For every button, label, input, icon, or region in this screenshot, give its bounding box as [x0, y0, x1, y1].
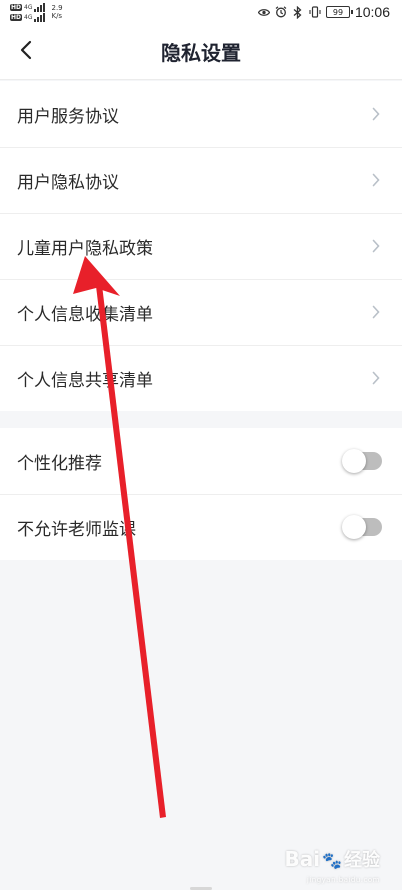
setting-disallow-teacher-monitoring: 不允许老师监课	[0, 494, 402, 560]
chevron-right-icon	[372, 172, 382, 188]
eye-icon	[257, 6, 270, 18]
network-type: 4G	[24, 3, 33, 11]
list-item-label: 个人信息收集清单	[17, 304, 153, 325]
personalized-recommendation-toggle[interactable]	[342, 449, 382, 473]
watermark-brand: Bai	[284, 847, 321, 871]
network-type: 4G	[24, 13, 33, 21]
list-item-personal-info-collection-list[interactable]: 个人信息收集清单	[0, 279, 402, 345]
chevron-right-icon	[372, 106, 382, 122]
alarm-icon	[275, 6, 287, 18]
chevron-left-icon	[20, 40, 32, 64]
network-speed-unit: K/s	[51, 12, 63, 20]
network-speed: 2.9 K/s	[51, 4, 62, 20]
vibrate-icon	[309, 6, 321, 18]
sim2-indicator: HD 4G	[10, 12, 46, 22]
chevron-right-icon	[372, 304, 382, 320]
page-title: 隐私设置	[161, 41, 241, 65]
nav-header: 隐私设置	[0, 24, 402, 80]
toggle-knob	[342, 515, 366, 539]
agreements-list: 用户服务协议 用户隐私协议 儿童用户隐私政策 个人信息收集清单 个人信息共享清单	[0, 81, 402, 411]
list-item-label: 用户服务协议	[17, 106, 119, 127]
list-item-label: 儿童用户隐私政策	[17, 238, 153, 259]
disallow-teacher-monitoring-toggle[interactable]	[342, 515, 382, 539]
toggle-settings-list: 个性化推荐 不允许老师监课	[0, 428, 402, 560]
watermark-suffix: 经验	[344, 850, 380, 871]
setting-label: 不允许老师监课	[17, 519, 136, 540]
hd-badge: HD	[10, 13, 23, 21]
battery-icon: 99	[325, 6, 353, 18]
bluetooth-icon	[292, 5, 304, 19]
status-right: 99 10:06	[257, 4, 390, 20]
list-item-label: 用户隐私协议	[17, 172, 119, 193]
paw-icon: 🐾	[322, 851, 342, 870]
signal-icon	[34, 2, 46, 12]
list-item-label: 个人信息共享清单	[17, 370, 153, 391]
status-bar: HD 4G HD 4G 2.9 K/s 99 10:06	[0, 0, 402, 24]
hd-badge: HD	[10, 3, 23, 11]
network-speed-value: 2.9	[51, 4, 63, 12]
setting-personalized-recommendation: 个性化推荐	[0, 428, 402, 494]
chevron-right-icon	[372, 238, 382, 254]
chevron-right-icon	[372, 370, 382, 386]
list-item-personal-info-sharing-list[interactable]: 个人信息共享清单	[0, 345, 402, 411]
list-item-user-privacy-agreement[interactable]: 用户隐私协议	[0, 147, 402, 213]
sim-indicators: HD 4G HD 4G	[10, 2, 46, 22]
sim1-indicator: HD 4G	[10, 2, 46, 12]
baidu-watermark: Bai 🐾 经验 jingyan.baidu.com	[284, 846, 380, 884]
watermark-url: jingyan.baidu.com	[306, 876, 380, 884]
status-left: HD 4G HD 4G 2.9 K/s	[10, 2, 63, 22]
toggle-knob	[342, 449, 366, 473]
setting-label: 个性化推荐	[17, 453, 102, 474]
clock-time: 10:06	[354, 4, 390, 20]
signal-icon	[34, 12, 46, 22]
back-button[interactable]	[10, 36, 42, 68]
list-item-user-service-agreement[interactable]: 用户服务协议	[0, 81, 402, 147]
list-item-children-privacy-policy[interactable]: 儿童用户隐私政策	[0, 213, 402, 279]
